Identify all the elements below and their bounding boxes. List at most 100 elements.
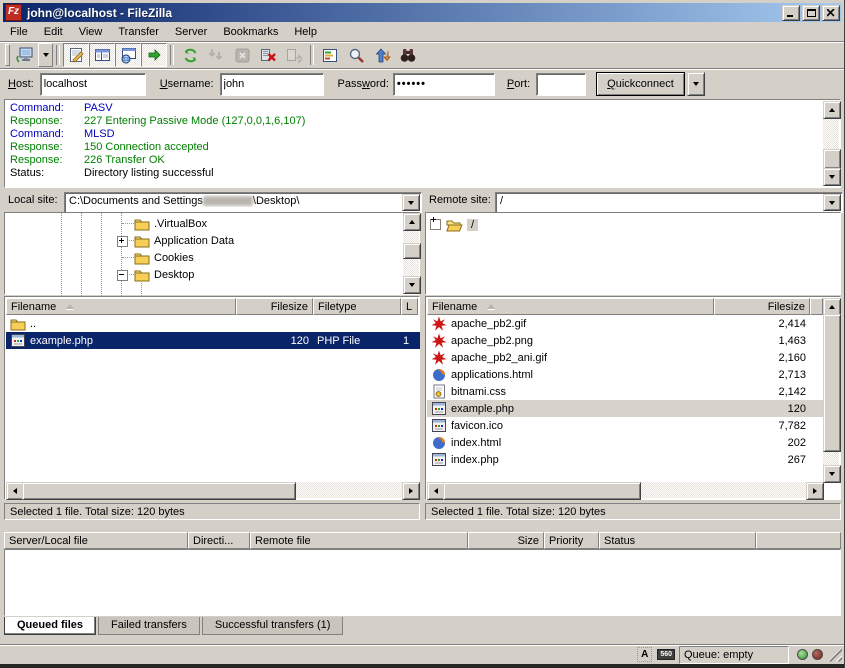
file-row[interactable]: apache_pb2.png 1,463 (427, 332, 824, 349)
remote-list-horizontal-scrollbar[interactable] (427, 482, 824, 498)
menu-help[interactable]: Help (286, 24, 325, 40)
file-row[interactable]: apache_pb2_ani.gif 2,160 (427, 349, 824, 366)
resize-grip[interactable] (828, 648, 842, 662)
column-header-remote-file[interactable]: Remote file (250, 532, 468, 549)
tree-item-virtualbox[interactable]: .VirtualBox (134, 215, 207, 232)
menu-server[interactable]: Server (167, 24, 215, 40)
quickconnect-dropdown-button[interactable] (687, 72, 705, 96)
quickconnect-button[interactable]: Quickconnect (596, 72, 685, 96)
toolbar-separator (170, 45, 174, 65)
site-manager-icon (16, 47, 34, 64)
scrollbar-thumb[interactable] (22, 482, 296, 500)
tab-failed-transfers[interactable]: Failed transfers (98, 617, 200, 635)
local-list-horizontal-scrollbar[interactable] (6, 482, 420, 498)
scroll-down-button[interactable] (823, 465, 841, 483)
directory-listing-filters-button[interactable] (317, 43, 343, 67)
scrollbar-thumb[interactable] (403, 243, 421, 259)
combo-dropdown-button[interactable] (402, 194, 420, 211)
column-header-size[interactable]: Size (468, 532, 544, 549)
scrollbar-thumb[interactable] (823, 314, 841, 452)
combo-dropdown-button[interactable] (823, 194, 841, 211)
binoculars-icon (399, 47, 417, 64)
column-header-filesize[interactable]: Filesize (236, 298, 313, 315)
file-search-button[interactable] (343, 43, 369, 67)
tree-item-desktop[interactable]: Desktop (134, 266, 194, 283)
file-row[interactable]: favicon.ico 7,782 (427, 417, 824, 434)
toggle-local-tree-button[interactable] (89, 43, 115, 67)
log-line: Status:Directory listing successful (6, 167, 823, 180)
directory-comparison-button[interactable] (395, 43, 421, 67)
synchronized-browsing-button[interactable] (369, 43, 395, 67)
tab-queued-files[interactable]: Queued files (4, 617, 96, 635)
menu-edit[interactable]: Edit (36, 24, 71, 40)
tree-item-application-data[interactable]: Application Data (134, 232, 234, 249)
column-header-filetype[interactable]: Filetype (313, 298, 401, 315)
column-header-filesize[interactable]: Filesize (714, 298, 810, 315)
disconnect-button[interactable] (255, 43, 281, 67)
window-bottom-edge (0, 664, 845, 668)
scrollbar-thumb[interactable] (823, 149, 841, 169)
menu-bar: File Edit View Transfer Server Bookmarks… (0, 22, 845, 41)
toolbar-separator (310, 45, 314, 65)
host-input[interactable] (40, 73, 146, 96)
toggle-remote-tree-button[interactable] (115, 43, 141, 67)
title-bar: Fz john@localhost - FileZilla (3, 3, 842, 22)
remote-site-combobox[interactable]: / (495, 192, 843, 213)
scroll-up-button[interactable] (823, 101, 841, 119)
menu-file[interactable]: File (2, 24, 36, 40)
port-input[interactable] (536, 73, 586, 96)
scroll-up-button[interactable] (403, 213, 421, 231)
process-queue-button[interactable] (203, 43, 229, 67)
tree-item-cookies[interactable]: Cookies (134, 249, 194, 266)
file-row-selected[interactable]: example.php 120 (427, 400, 824, 417)
close-button[interactable] (822, 5, 840, 21)
local-site-combobox[interactable]: C:\Documents and Settings\Desktop\ (64, 192, 422, 213)
scroll-down-button[interactable] (823, 168, 841, 186)
site-manager-button[interactable] (12, 43, 38, 67)
file-row[interactable]: apache_pb2.gif 2,414 (427, 315, 824, 332)
scroll-down-button[interactable] (403, 276, 421, 294)
menu-view[interactable]: View (71, 24, 111, 40)
maximize-button[interactable] (802, 5, 820, 21)
remote-list-vertical-scrollbar[interactable] (823, 298, 839, 483)
minimize-button[interactable] (782, 5, 800, 21)
toggle-message-log-button[interactable] (63, 43, 89, 67)
menu-bookmarks[interactable]: Bookmarks (215, 24, 286, 40)
tree-expander-plus[interactable] (117, 236, 128, 247)
refresh-button[interactable] (177, 43, 203, 67)
column-header-status[interactable]: Status (599, 532, 756, 549)
datatype-indicator-icon[interactable]: A (637, 647, 652, 662)
file-row[interactable]: index.php 267 (427, 451, 824, 468)
log-vertical-scrollbar[interactable] (823, 101, 839, 186)
file-row[interactable]: applications.html 2,713 (427, 366, 824, 383)
tree-expander-minus[interactable] (117, 270, 128, 281)
column-header-last-modified[interactable]: L (401, 298, 418, 315)
scroll-right-button[interactable] (806, 482, 824, 500)
column-header-filename[interactable]: Filename (6, 298, 236, 315)
local-list-header: Filename Filesize Filetype L (6, 298, 418, 315)
scroll-right-button[interactable] (402, 482, 420, 500)
cancel-button[interactable] (229, 43, 255, 67)
column-header-server-local-file[interactable]: Server/Local file (4, 532, 188, 549)
column-header-priority[interactable]: Priority (544, 532, 599, 549)
column-header-direction[interactable]: Directi... (188, 532, 250, 549)
site-manager-dropdown-button[interactable] (38, 43, 53, 67)
file-row[interactable]: bitnami.css 2,142 (427, 383, 824, 400)
reconnect-button[interactable] (281, 43, 307, 67)
column-header-filler (810, 298, 823, 315)
tree-item-root[interactable]: / (430, 216, 478, 233)
username-input[interactable] (220, 73, 324, 96)
password-input[interactable] (393, 73, 495, 96)
scrollbar-thumb[interactable] (443, 482, 641, 500)
file-row-example-php[interactable]: example.php 120 PHP File 1 (6, 332, 420, 349)
tab-successful-transfers[interactable]: Successful transfers (1) (202, 617, 344, 635)
file-row[interactable]: index.html 202 (427, 434, 824, 451)
column-header-filename[interactable]: Filename (427, 298, 714, 315)
speed-limits-icon[interactable]: 560 (657, 649, 675, 660)
file-row-parent-dir[interactable]: .. (6, 315, 420, 332)
toggle-transfer-queue-button[interactable] (141, 43, 167, 67)
local-site-label: Local site: (8, 194, 58, 206)
menu-transfer[interactable]: Transfer (110, 24, 167, 40)
local-tree-vertical-scrollbar[interactable] (403, 213, 419, 294)
tree-expander-plus[interactable] (430, 219, 441, 230)
